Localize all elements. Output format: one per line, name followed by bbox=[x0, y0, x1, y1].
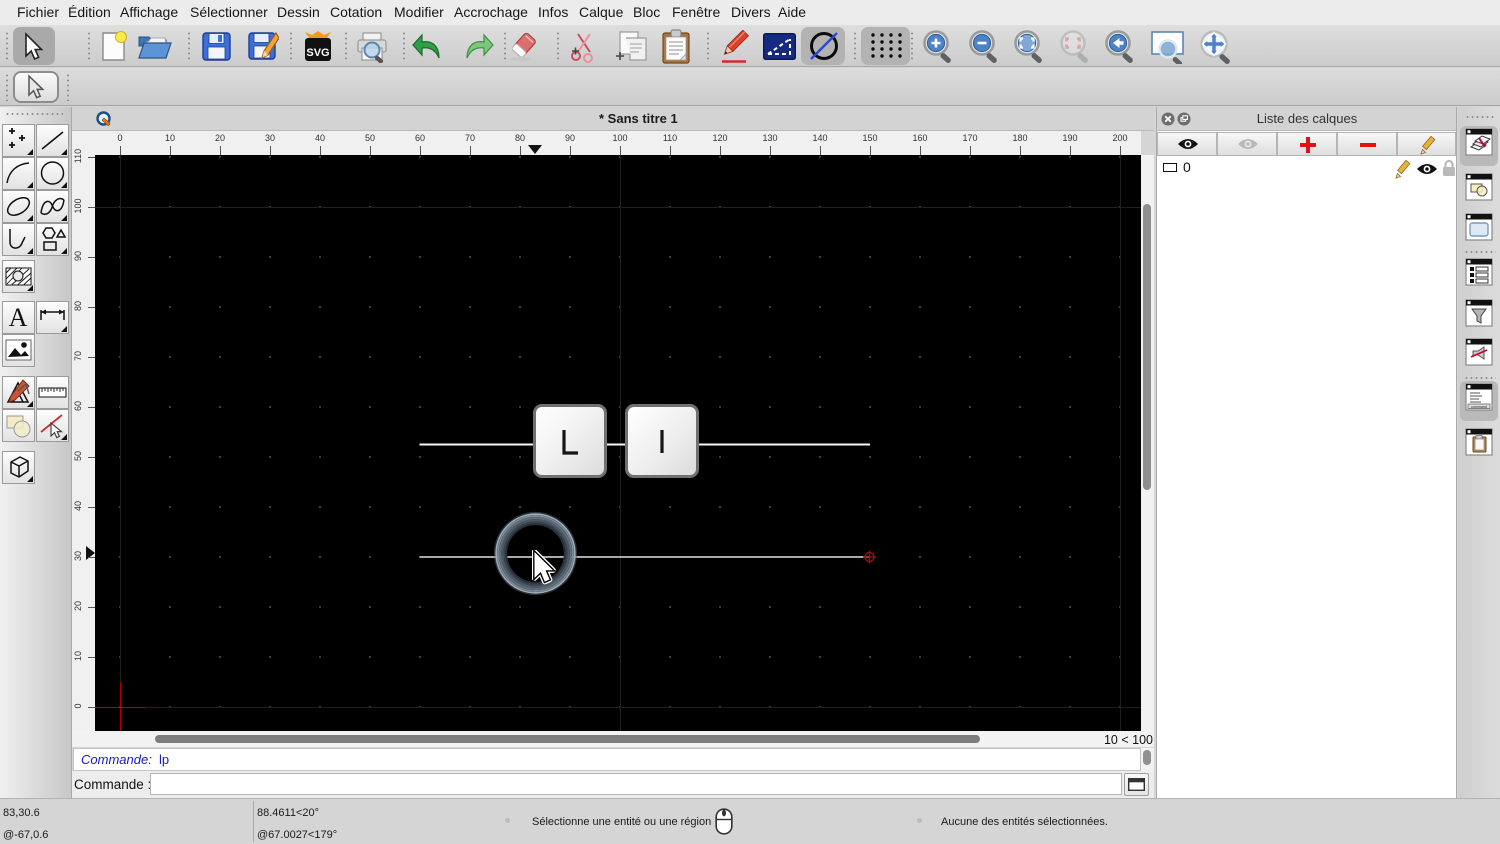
svg-text:SVG: SVG bbox=[306, 47, 329, 59]
svg-text:A: A bbox=[9, 303, 28, 332]
svg-text:command: command bbox=[1471, 405, 1487, 409]
